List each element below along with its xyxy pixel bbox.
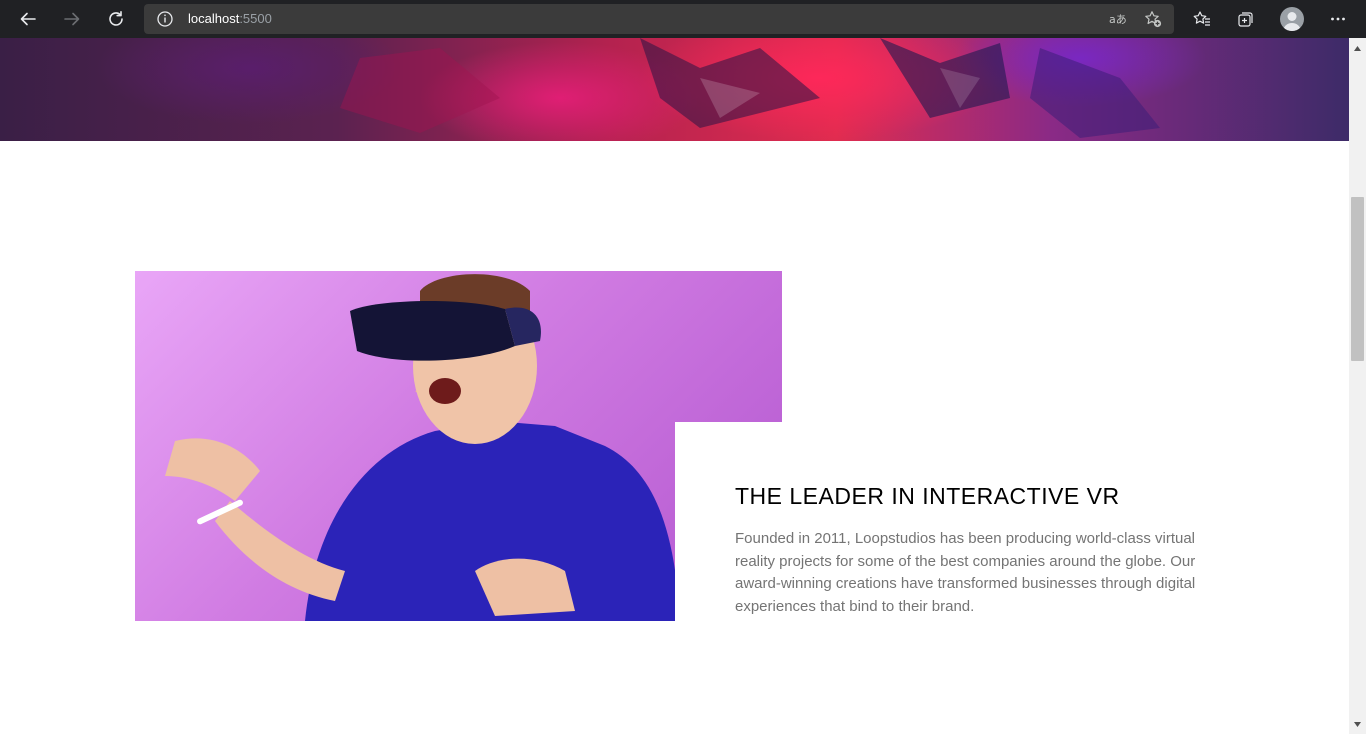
scroll-thumb[interactable] bbox=[1351, 197, 1364, 361]
profile-avatar[interactable] bbox=[1280, 7, 1304, 31]
info-icon[interactable] bbox=[156, 10, 174, 28]
favorites-icon bbox=[1193, 11, 1210, 26]
page-viewport: THE LEADER IN INTERACTIVE VR Founded in … bbox=[0, 38, 1349, 734]
browser-toolbar: localhost:5500 aあ bbox=[0, 0, 1366, 38]
person-icon bbox=[1283, 12, 1301, 31]
vertical-scrollbar[interactable] bbox=[1349, 38, 1366, 734]
interactive-vr-section: THE LEADER IN INTERACTIVE VR Founded in … bbox=[735, 482, 1215, 618]
vr-headset-photo bbox=[135, 271, 782, 621]
collections-icon bbox=[1238, 12, 1253, 27]
address-bar[interactable]: localhost:5500 aあ bbox=[144, 4, 1174, 34]
section-title: THE LEADER IN INTERACTIVE VR bbox=[735, 483, 1120, 509]
address-port: :5500 bbox=[239, 11, 272, 26]
section-body: Founded in 2011, Loopstudios has been pr… bbox=[735, 530, 1196, 615]
svg-text:aあ: aあ bbox=[1109, 13, 1126, 26]
more-icon bbox=[1331, 17, 1345, 21]
add-favorite-icon[interactable] bbox=[1144, 10, 1162, 28]
collections-button[interactable] bbox=[1231, 4, 1261, 34]
favorites-button[interactable] bbox=[1187, 4, 1217, 34]
back-button[interactable] bbox=[13, 4, 43, 34]
refresh-icon bbox=[109, 11, 123, 26]
hero-image bbox=[0, 38, 1349, 141]
scroll-up-arrow-icon[interactable] bbox=[1353, 44, 1362, 53]
back-arrow-icon bbox=[20, 12, 36, 26]
scroll-down-arrow-icon[interactable] bbox=[1353, 720, 1362, 729]
forward-arrow-icon bbox=[64, 12, 80, 26]
read-aloud-icon[interactable]: aあ bbox=[1108, 10, 1126, 28]
more-button[interactable] bbox=[1323, 4, 1353, 34]
hero-crystal-shapes bbox=[340, 38, 1160, 138]
address-url[interactable]: localhost:5500 bbox=[188, 11, 272, 27]
forward-button[interactable] bbox=[57, 4, 87, 34]
refresh-button[interactable] bbox=[101, 4, 131, 34]
address-host: localhost bbox=[188, 11, 240, 26]
man-with-vr-headset-illustration bbox=[165, 274, 680, 621]
